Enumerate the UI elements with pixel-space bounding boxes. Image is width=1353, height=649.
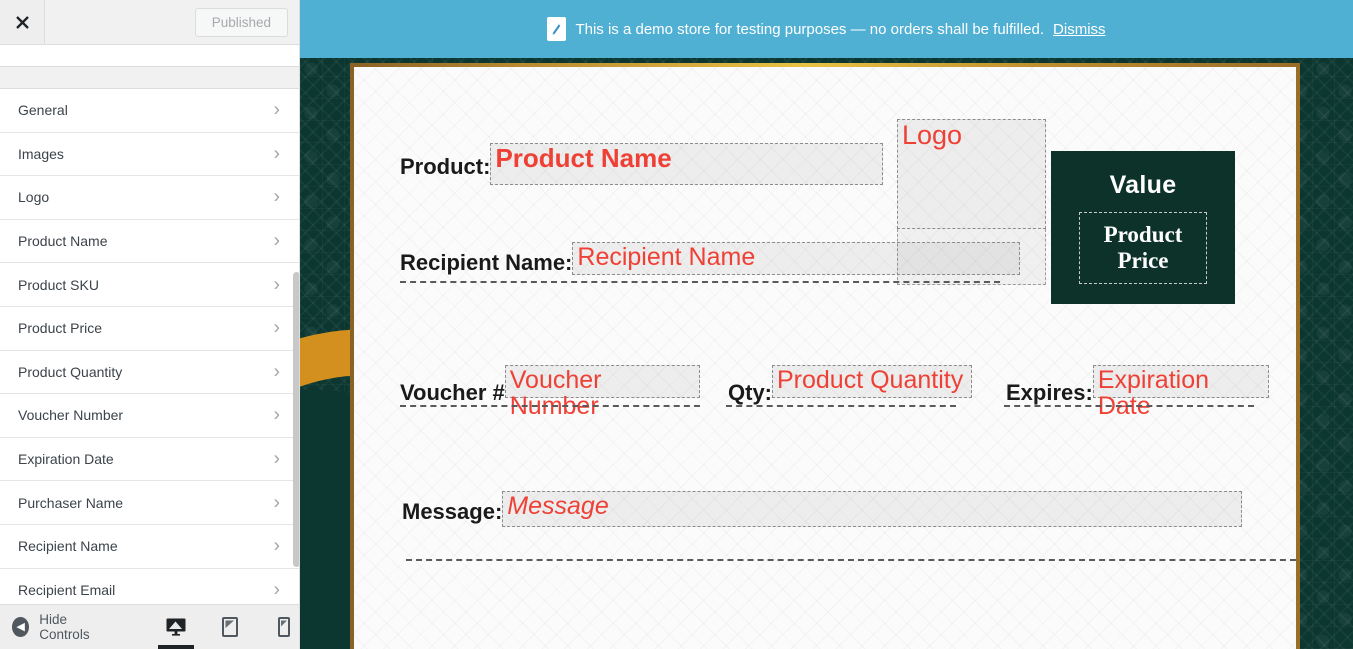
qty-row: Qty: Product Quantity (728, 365, 972, 405)
recipient-name-field[interactable]: Recipient Name (572, 242, 1021, 275)
sidebar-item-label: Images (18, 145, 64, 162)
recipient-label: Recipient Name: (400, 250, 573, 275)
sidebar-item-label: General (18, 102, 68, 119)
voucher-card: Product: Product Name Logo Value Product… (350, 63, 1300, 649)
message-label: Message: (402, 499, 503, 524)
sidebar-item-label: Recipient Email (18, 581, 116, 598)
chevron-right-icon: › (273, 230, 280, 252)
expiration-date-field[interactable]: Expiration Date (1092, 365, 1269, 419)
recipient-underline (400, 281, 1000, 283)
sidebar-panel-list[interactable]: WooCommerce › General › Images › Logo › … (0, 45, 299, 605)
voucher-number-underline (400, 405, 700, 407)
dismiss-link[interactable]: Dismiss (1053, 21, 1106, 38)
sidebar-item-expiration-date[interactable]: Expiration Date › (0, 437, 299, 482)
demo-store-banner: This is a demo store for testing purpose… (300, 0, 1353, 58)
chevron-right-icon: › (273, 361, 280, 383)
site-preview-frame: This is a demo store for testing purpose… (300, 0, 1353, 649)
sidebar-item-label: Product Price (18, 320, 103, 337)
chevron-right-icon: › (273, 99, 280, 121)
chevron-right-icon: › (273, 579, 280, 601)
pencil-glyph (553, 23, 561, 35)
close-icon (15, 15, 29, 29)
chevron-left-icon: ◀ (12, 617, 30, 637)
sidebar-group-divider (0, 67, 299, 89)
demo-banner-text: This is a demo store for testing purpose… (575, 20, 1045, 38)
sidebar-item-product-quantity[interactable]: Product Quantity › (0, 350, 299, 395)
sidebar-item-label: Expiration Date (18, 451, 114, 468)
mobile-icon (278, 617, 290, 637)
close-customizer-button[interactable] (0, 0, 45, 44)
chevron-right-icon: › (273, 448, 280, 470)
header-spacer (45, 0, 195, 44)
published-button[interactable]: Published (194, 7, 288, 37)
hide-controls-button[interactable]: ◀ Hide Controls (0, 612, 110, 642)
logo-field: Logo (902, 120, 963, 150)
sidebar-item-label: Recipient Name (18, 538, 118, 555)
sidebar-item-product-price[interactable]: Product Price › (0, 306, 299, 351)
sidebar-item-label: Voucher Number (18, 407, 124, 424)
qty-label: Qty: (728, 380, 772, 405)
message-field[interactable]: Message (502, 491, 1243, 527)
voucher-number-field[interactable]: Voucher Number (504, 365, 700, 419)
value-title: Value (1109, 171, 1177, 199)
sidebar-item-images[interactable]: Images › (0, 132, 299, 177)
hide-controls-label: Hide Controls (39, 612, 90, 642)
device-tablet-button[interactable] (214, 605, 246, 649)
voucher-number-label: Voucher # (400, 380, 505, 405)
sidebar-item-label: Purchaser Name (18, 494, 124, 511)
expires-underline (1004, 405, 1254, 407)
sidebar-item-general[interactable]: General › (0, 89, 299, 133)
sidebar-item-logo[interactable]: Logo › (0, 176, 299, 220)
chevron-right-icon: › (272, 45, 278, 51)
desktop-icon (166, 618, 186, 636)
recipient-row: Recipient Name: Recipient Name (400, 242, 1021, 275)
voucher-number-row: Voucher # Voucher Number (400, 365, 700, 419)
chevron-right-icon: › (273, 492, 280, 514)
product-price-field[interactable]: Product Price (1079, 212, 1207, 284)
message-row: Message: Message (402, 491, 1243, 527)
customizer-sidebar: Published WooCommerce › General › Images… (0, 0, 300, 649)
chevron-right-icon: › (273, 143, 280, 165)
logo-placeholder[interactable]: Logo (897, 119, 1046, 229)
device-desktop-button[interactable] (158, 605, 194, 649)
sidebar-item-label: Product Name (18, 233, 108, 250)
sidebar-item-product-name[interactable]: Product Name › (0, 219, 299, 264)
message-underline (406, 559, 1296, 561)
sidebar-item-voucher-number[interactable]: Voucher Number › (0, 394, 299, 438)
product-name-field[interactable]: Product Name (490, 143, 884, 185)
sidebar-header: Published (0, 0, 299, 45)
value-box: Value Product Price (1051, 151, 1235, 304)
sidebar-scrollbar[interactable] (293, 272, 299, 567)
sidebar-footer: ◀ Hide Controls (0, 604, 299, 649)
chevron-right-icon: › (273, 317, 280, 339)
pencil-icon[interactable] (547, 17, 567, 41)
product-quantity-field[interactable]: Product Quantity (772, 365, 972, 398)
customizer-screen: Published WooCommerce › General › Images… (0, 0, 1353, 649)
sidebar-item-recipient-name[interactable]: Recipient Name › (0, 524, 299, 569)
sidebar-item-label: WooCommerce (18, 45, 115, 47)
tablet-icon (222, 617, 238, 637)
qty-underline (726, 405, 956, 407)
device-preview-buttons (158, 605, 299, 649)
expires-label: Expires: (1006, 380, 1093, 405)
sidebar-item-label: Product Quantity (18, 363, 123, 380)
sidebar-item-purchaser-name[interactable]: Purchaser Name › (0, 481, 299, 525)
chevron-right-icon: › (273, 186, 280, 208)
chevron-right-icon: › (273, 404, 280, 426)
voucher-background: Product: Product Name Logo Value Product… (300, 58, 1353, 649)
chevron-right-icon: › (273, 535, 280, 557)
product-label: Product: (400, 154, 491, 179)
expires-row: Expires: Expiration Date (1006, 365, 1269, 419)
sidebar-item-label: Logo (18, 189, 50, 206)
product-row: Product: Product Name (400, 143, 884, 185)
sidebar-item-woocommerce[interactable]: WooCommerce › (0, 45, 299, 67)
device-mobile-button[interactable] (268, 605, 299, 649)
sidebar-item-product-sku[interactable]: Product SKU › (0, 263, 299, 307)
sidebar-item-recipient-email[interactable]: Recipient Email › (0, 568, 299, 605)
chevron-right-icon: › (273, 274, 280, 296)
sidebar-item-label: Product SKU (18, 276, 99, 293)
